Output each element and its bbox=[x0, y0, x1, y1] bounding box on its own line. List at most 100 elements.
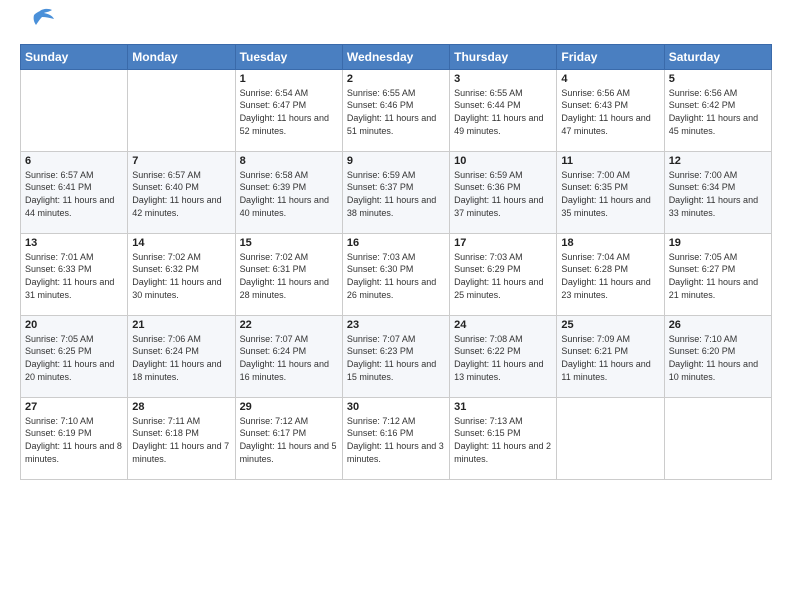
day-number: 13 bbox=[25, 237, 123, 249]
day-number: 1 bbox=[240, 73, 338, 85]
calendar-cell: 10 Sunrise: 6:59 AMSunset: 6:36 PMDayligh… bbox=[450, 151, 557, 233]
day-number: 30 bbox=[347, 401, 445, 413]
logo-bird-icon bbox=[22, 7, 54, 35]
cell-content: Sunrise: 7:07 AMSunset: 6:23 PMDaylight:… bbox=[347, 334, 436, 382]
calendar-cell: 29Sunrise: 7:12 AMSunset: 6:17 PMDayligh… bbox=[235, 397, 342, 479]
day-number: 16 bbox=[347, 237, 445, 249]
calendar-cell bbox=[128, 69, 235, 151]
calendar-cell: 15 Sunrise: 7:02 AMSunset: 6:31 PMDayligh… bbox=[235, 233, 342, 315]
calendar-cell: 22 Sunrise: 7:07 AMSunset: 6:24 PMDayligh… bbox=[235, 315, 342, 397]
day-number: 26 bbox=[669, 319, 767, 331]
day-number: 22 bbox=[240, 319, 338, 331]
cell-content: Sunrise: 7:09 AMSunset: 6:21 PMDaylight:… bbox=[561, 334, 650, 382]
calendar-cell bbox=[557, 397, 664, 479]
day-number: 27 bbox=[25, 401, 123, 413]
day-number: 20 bbox=[25, 319, 123, 331]
day-number: 11 bbox=[561, 155, 659, 167]
day-number: 23 bbox=[347, 319, 445, 331]
day-number: 9 bbox=[347, 155, 445, 167]
cell-content: Sunrise: 6:56 AMSunset: 6:42 PMDaylight:… bbox=[669, 88, 758, 136]
calendar-week-1: 1 Sunrise: 6:54 AMSunset: 6:47 PMDaylight… bbox=[21, 69, 772, 151]
day-number: 7 bbox=[132, 155, 230, 167]
calendar-cell bbox=[21, 69, 128, 151]
cell-content: Sunrise: 7:05 AMSunset: 6:27 PMDaylight:… bbox=[669, 252, 758, 300]
calendar-cell: 30 Sunrise: 7:12 AMSunset: 6:16 PMDayligh… bbox=[342, 397, 449, 479]
cell-content: Sunrise: 7:12 AMSunset: 6:16 PMDaylight:… bbox=[347, 416, 444, 464]
cell-content: Sunrise: 6:59 AMSunset: 6:36 PMDaylight:… bbox=[454, 170, 543, 218]
calendar-week-3: 13Sunrise: 7:01 AMSunset: 6:33 PMDayligh… bbox=[21, 233, 772, 315]
calendar-header-thursday: Thursday bbox=[450, 44, 557, 69]
calendar-week-5: 27 Sunrise: 7:10 AMSunset: 6:19 PMDayligh… bbox=[21, 397, 772, 479]
calendar-cell: 9 Sunrise: 6:59 AMSunset: 6:37 PMDaylight… bbox=[342, 151, 449, 233]
logo bbox=[20, 16, 54, 36]
cell-content: Sunrise: 7:02 AMSunset: 6:31 PMDaylight:… bbox=[240, 252, 329, 300]
calendar-cell: 4 Sunrise: 6:56 AMSunset: 6:43 PMDaylight… bbox=[557, 69, 664, 151]
day-number: 10 bbox=[454, 155, 552, 167]
cell-content: Sunrise: 7:03 AMSunset: 6:29 PMDaylight:… bbox=[454, 252, 543, 300]
day-number: 8 bbox=[240, 155, 338, 167]
cell-content: Sunrise: 7:03 AMSunset: 6:30 PMDaylight:… bbox=[347, 252, 436, 300]
cell-content: Sunrise: 7:10 AMSunset: 6:20 PMDaylight:… bbox=[669, 334, 758, 382]
cell-content: Sunrise: 7:05 AMSunset: 6:25 PMDaylight:… bbox=[25, 334, 114, 382]
calendar-cell: 18 Sunrise: 7:04 AMSunset: 6:28 PMDayligh… bbox=[557, 233, 664, 315]
calendar-header-saturday: Saturday bbox=[664, 44, 771, 69]
cell-content: Sunrise: 7:10 AMSunset: 6:19 PMDaylight:… bbox=[25, 416, 122, 464]
day-number: 21 bbox=[132, 319, 230, 331]
day-number: 4 bbox=[561, 73, 659, 85]
calendar-week-2: 6 Sunrise: 6:57 AMSunset: 6:41 PMDaylight… bbox=[21, 151, 772, 233]
calendar-cell: 1 Sunrise: 6:54 AMSunset: 6:47 PMDaylight… bbox=[235, 69, 342, 151]
cell-content: Sunrise: 6:56 AMSunset: 6:43 PMDaylight:… bbox=[561, 88, 650, 136]
cell-content: Sunrise: 7:11 AMSunset: 6:18 PMDaylight:… bbox=[132, 416, 229, 464]
day-number: 17 bbox=[454, 237, 552, 249]
calendar-cell: 25Sunrise: 7:09 AMSunset: 6:21 PMDayligh… bbox=[557, 315, 664, 397]
cell-content: Sunrise: 6:55 AMSunset: 6:44 PMDaylight:… bbox=[454, 88, 543, 136]
calendar-cell: 27 Sunrise: 7:10 AMSunset: 6:19 PMDayligh… bbox=[21, 397, 128, 479]
calendar-cell: 5 Sunrise: 6:56 AMSunset: 6:42 PMDaylight… bbox=[664, 69, 771, 151]
calendar-cell: 12 Sunrise: 7:00 AMSunset: 6:34 PMDayligh… bbox=[664, 151, 771, 233]
cell-content: Sunrise: 6:54 AMSunset: 6:47 PMDaylight:… bbox=[240, 88, 329, 136]
calendar-cell: 16 Sunrise: 7:03 AMSunset: 6:30 PMDayligh… bbox=[342, 233, 449, 315]
cell-content: Sunrise: 6:59 AMSunset: 6:37 PMDaylight:… bbox=[347, 170, 436, 218]
day-number: 6 bbox=[25, 155, 123, 167]
calendar-cell: 31 Sunrise: 7:13 AMSunset: 6:15 PMDayligh… bbox=[450, 397, 557, 479]
calendar-header-sunday: Sunday bbox=[21, 44, 128, 69]
calendar-header-row: SundayMondayTuesdayWednesdayThursdayFrid… bbox=[21, 44, 772, 69]
calendar-header-wednesday: Wednesday bbox=[342, 44, 449, 69]
cell-content: Sunrise: 6:57 AMSunset: 6:40 PMDaylight:… bbox=[132, 170, 221, 218]
day-number: 2 bbox=[347, 73, 445, 85]
calendar-cell: 13Sunrise: 7:01 AMSunset: 6:33 PMDayligh… bbox=[21, 233, 128, 315]
calendar-cell: 14 Sunrise: 7:02 AMSunset: 6:32 PMDayligh… bbox=[128, 233, 235, 315]
calendar-cell: 19 Sunrise: 7:05 AMSunset: 6:27 PMDayligh… bbox=[664, 233, 771, 315]
day-number: 12 bbox=[669, 155, 767, 167]
calendar-cell: 7 Sunrise: 6:57 AMSunset: 6:40 PMDaylight… bbox=[128, 151, 235, 233]
day-number: 15 bbox=[240, 237, 338, 249]
calendar-week-4: 20 Sunrise: 7:05 AMSunset: 6:25 PMDayligh… bbox=[21, 315, 772, 397]
cell-content: Sunrise: 7:07 AMSunset: 6:24 PMDaylight:… bbox=[240, 334, 329, 382]
day-number: 3 bbox=[454, 73, 552, 85]
day-number: 14 bbox=[132, 237, 230, 249]
cell-content: Sunrise: 6:57 AMSunset: 6:41 PMDaylight:… bbox=[25, 170, 114, 218]
day-number: 5 bbox=[669, 73, 767, 85]
day-number: 28 bbox=[132, 401, 230, 413]
calendar-cell: 23 Sunrise: 7:07 AMSunset: 6:23 PMDayligh… bbox=[342, 315, 449, 397]
cell-content: Sunrise: 7:00 AMSunset: 6:34 PMDaylight:… bbox=[669, 170, 758, 218]
cell-content: Sunrise: 6:58 AMSunset: 6:39 PMDaylight:… bbox=[240, 170, 329, 218]
calendar-header-monday: Monday bbox=[128, 44, 235, 69]
calendar-cell: 20 Sunrise: 7:05 AMSunset: 6:25 PMDayligh… bbox=[21, 315, 128, 397]
cell-content: Sunrise: 7:12 AMSunset: 6:17 PMDaylight:… bbox=[240, 416, 337, 464]
day-number: 24 bbox=[454, 319, 552, 331]
cell-content: Sunrise: 7:00 AMSunset: 6:35 PMDaylight:… bbox=[561, 170, 650, 218]
calendar-cell: 6 Sunrise: 6:57 AMSunset: 6:41 PMDaylight… bbox=[21, 151, 128, 233]
cell-content: Sunrise: 7:13 AMSunset: 6:15 PMDaylight:… bbox=[454, 416, 551, 464]
day-number: 31 bbox=[454, 401, 552, 413]
day-number: 19 bbox=[669, 237, 767, 249]
calendar-header-friday: Friday bbox=[557, 44, 664, 69]
calendar-cell: 21Sunrise: 7:06 AMSunset: 6:24 PMDayligh… bbox=[128, 315, 235, 397]
header bbox=[20, 16, 772, 36]
calendar-cell bbox=[664, 397, 771, 479]
day-number: 18 bbox=[561, 237, 659, 249]
cell-content: Sunrise: 7:02 AMSunset: 6:32 PMDaylight:… bbox=[132, 252, 221, 300]
calendar-cell: 11 Sunrise: 7:00 AMSunset: 6:35 PMDayligh… bbox=[557, 151, 664, 233]
cell-content: Sunrise: 7:04 AMSunset: 6:28 PMDaylight:… bbox=[561, 252, 650, 300]
calendar-table: SundayMondayTuesdayWednesdayThursdayFrid… bbox=[20, 44, 772, 480]
